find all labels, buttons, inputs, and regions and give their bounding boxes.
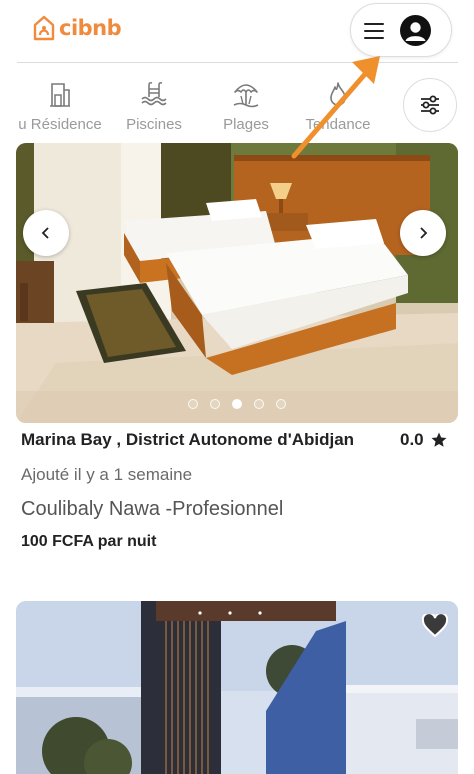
category-piscines[interactable]: Piscines <box>104 80 204 133</box>
hamburger-icon <box>363 20 385 42</box>
villa-photo <box>16 601 458 774</box>
rating-value: 0.0 <box>400 430 424 449</box>
carousel-dot[interactable] <box>188 399 198 409</box>
carousel-indicator <box>16 399 458 409</box>
listing-host: Coulibaly Nawa -Profesionnel <box>21 498 284 520</box>
listing-rating: 0.0 <box>400 430 448 450</box>
house-logo-icon <box>33 15 55 41</box>
flame-icon <box>330 82 346 106</box>
chevron-left-icon <box>41 227 49 239</box>
brand-name: cibnb <box>59 16 122 40</box>
listing-added-date: Ajouté il y a 1 semaine <box>21 465 193 484</box>
next-photo-button[interactable] <box>400 210 446 256</box>
category-label: u Résidence <box>18 116 102 133</box>
listing-price: 100 FCFA par nuit <box>21 533 157 550</box>
carousel-dot[interactable] <box>210 399 220 409</box>
listing-photo-carousel-2[interactable] <box>16 601 458 774</box>
category-residence[interactable]: u Résidence <box>10 80 110 133</box>
favorite-button[interactable] <box>420 611 450 641</box>
category-label: Plages <box>223 116 269 133</box>
beach-umbrella-icon <box>233 84 259 108</box>
sliders-icon <box>421 95 439 115</box>
category-label: Piscines <box>126 116 182 133</box>
carousel-dot[interactable] <box>276 399 286 409</box>
user-avatar-icon <box>400 15 431 46</box>
hotel-room-photo <box>16 143 458 423</box>
category-bar: u Résidence Piscines Plages Tendance <box>0 66 474 146</box>
listing-title[interactable]: Marina Bay , District Autonome d'Abidjan <box>21 430 354 450</box>
carousel-dot[interactable] <box>254 399 264 409</box>
top-header: cibnb <box>0 0 474 62</box>
carousel-dot[interactable] <box>232 399 242 409</box>
building-icon <box>50 83 70 107</box>
listing-photo-carousel[interactable] <box>16 143 458 423</box>
previous-photo-button[interactable] <box>23 210 69 256</box>
user-menu-button[interactable] <box>350 3 452 57</box>
chevron-right-icon <box>420 227 428 239</box>
brand-logo[interactable]: cibnb <box>32 14 122 42</box>
star-icon <box>431 432 447 447</box>
category-plages[interactable]: Plages <box>196 80 296 133</box>
filters-button[interactable] <box>403 78 457 132</box>
heart-icon <box>422 614 448 638</box>
category-label: Tendance <box>305 116 371 133</box>
header-divider <box>17 62 458 63</box>
pool-icon <box>141 81 167 106</box>
category-tendance[interactable]: Tendance <box>288 80 388 133</box>
